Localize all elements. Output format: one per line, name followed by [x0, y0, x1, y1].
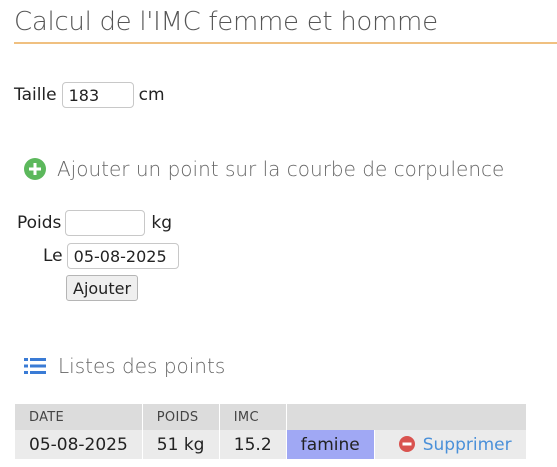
row-date: 05-08-2025: [15, 430, 143, 459]
col-date-header: DATE: [15, 404, 143, 430]
status-badge: famine: [286, 430, 375, 459]
table-row: 05-08-2025 51 kg 15.2 famine Supprimer: [15, 430, 527, 459]
taille-label: Taille: [14, 85, 57, 105]
row-poids: 51 kg: [142, 430, 220, 459]
poids-input[interactable]: [65, 210, 146, 236]
taille-unit: cm: [138, 85, 165, 105]
row-imc: 15.2: [219, 430, 287, 459]
ajouter-button[interactable]: Ajouter: [66, 275, 139, 301]
date-input[interactable]: [66, 243, 179, 269]
col-imc-header: IMC: [219, 404, 287, 430]
poids-row: Poids kg: [17, 210, 172, 236]
points-table: DATE POIDS IMC 05-08-2025 51 kg 15.2 fam…: [15, 404, 527, 459]
date-row: Le: [43, 243, 179, 269]
poids-unit: kg: [151, 213, 173, 233]
page-title: Calcul de l'IMC femme et homme: [14, 6, 557, 44]
add-point-title: Ajouter un point sur la courbe de corpul…: [57, 157, 505, 181]
add-point-section-header: Ajouter un point sur la courbe de corpul…: [24, 157, 504, 181]
delete-cell: Supprimer: [374, 430, 527, 459]
list-section-header: Listes des points: [24, 354, 225, 378]
supprimer-link[interactable]: Supprimer: [423, 435, 512, 455]
minus-circle-icon[interactable]: [398, 435, 415, 452]
date-label: Le: [43, 246, 63, 266]
col-status-header: [286, 404, 527, 430]
table-header-row: DATE POIDS IMC: [15, 404, 527, 430]
taille-row: Taille cm: [14, 82, 165, 108]
list-title: Listes des points: [58, 354, 226, 378]
taille-input[interactable]: [61, 82, 134, 108]
col-poids-header: POIDS: [142, 404, 220, 430]
plus-circle-icon: [24, 158, 46, 180]
list-icon: [24, 358, 46, 374]
submit-row: Ajouter: [66, 275, 139, 301]
poids-label: Poids: [17, 213, 62, 233]
